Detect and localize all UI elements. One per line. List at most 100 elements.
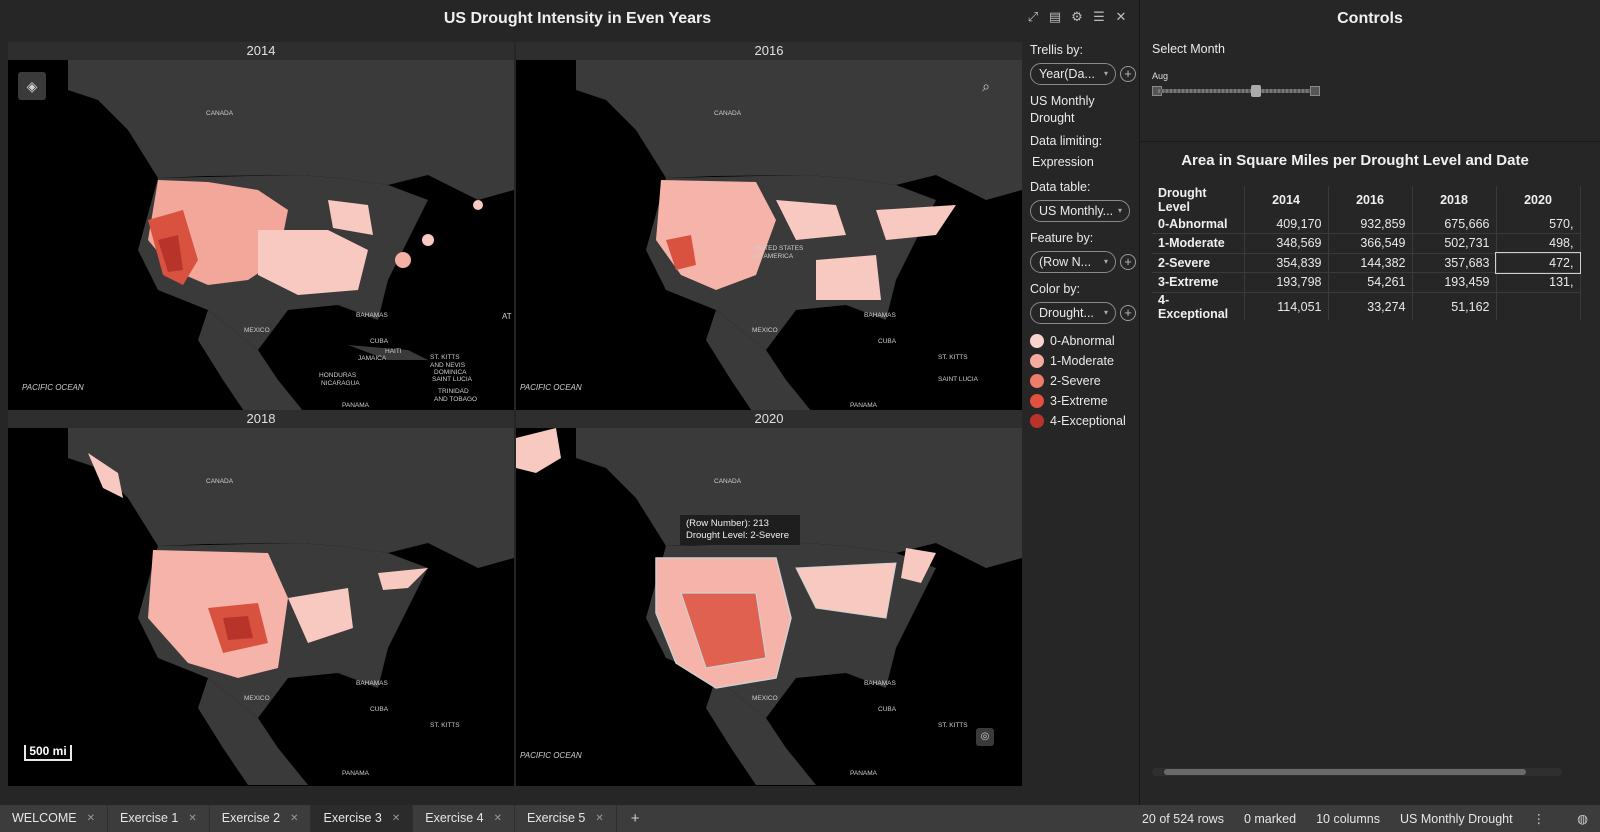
table-cell[interactable]: 354,839 bbox=[1244, 253, 1329, 273]
table-row[interactable]: 2-Severe 354,839 144,382 357,683 472, bbox=[1152, 252, 1581, 274]
table-cell[interactable]: 472, bbox=[1495, 252, 1581, 274]
column-header[interactable]: 2016 bbox=[1328, 186, 1413, 214]
table-cell[interactable]: 498, bbox=[1496, 233, 1581, 254]
legend-item[interactable]: 4-Exceptional bbox=[1030, 414, 1140, 428]
legend-swatch bbox=[1030, 394, 1044, 408]
notes-icon[interactable]: ▤ bbox=[1048, 10, 1062, 24]
add-color-icon[interactable]: + bbox=[1120, 304, 1136, 321]
data-limiting-label: Data limiting: bbox=[1030, 134, 1103, 148]
close-tab-icon[interactable]: ✕ bbox=[188, 805, 196, 832]
active-table-name[interactable]: US Monthly Drought bbox=[1400, 812, 1513, 826]
table-row[interactable]: 3-Extreme 193,798 54,261 193,459 131, bbox=[1152, 272, 1581, 293]
search-icon[interactable]: ⌕ bbox=[972, 72, 1000, 100]
table-cell[interactable]: 502,731 bbox=[1412, 233, 1497, 254]
column-header[interactable]: 2018 bbox=[1412, 186, 1497, 214]
tab-label: Exercise 2 bbox=[221, 811, 281, 825]
horizontal-scrollbar[interactable] bbox=[1152, 768, 1562, 776]
column-header[interactable]: 2020 bbox=[1496, 186, 1581, 214]
add-feature-icon[interactable]: + bbox=[1120, 253, 1136, 270]
row-header-cell[interactable]: 4-Exceptional bbox=[1152, 292, 1245, 320]
trellis-panel-2018[interactable]: 2018 500 mi bbox=[8, 410, 514, 786]
table-cell[interactable]: 675,666 bbox=[1412, 214, 1497, 234]
expand-icon[interactable]: ⤢ bbox=[1026, 10, 1040, 24]
page-tab[interactable]: Exercise 2 ✕ bbox=[210, 805, 312, 832]
chevron-down-icon: ▾ bbox=[1103, 69, 1108, 78]
color-dropdown[interactable]: Drought... ▾ bbox=[1030, 302, 1116, 324]
table-cell[interactable]: 357,683 bbox=[1412, 253, 1497, 273]
controls-panel: Controls Select Month Aug Area in Square… bbox=[1139, 0, 1600, 805]
trellis-panel-2020[interactable]: 2020 (Row Number): 213 Drought Level: 2-… bbox=[516, 410, 1022, 786]
close-tab-icon[interactable]: ✕ bbox=[290, 805, 298, 832]
table-cell[interactable]: 114,051 bbox=[1244, 292, 1329, 320]
legend-label: 1-Moderate bbox=[1050, 354, 1114, 368]
row-header-cell[interactable]: 1-Moderate bbox=[1152, 233, 1245, 254]
scrollbar-thumb[interactable] bbox=[1164, 769, 1526, 775]
settings-icon[interactable]: ⚙ bbox=[1070, 10, 1084, 24]
table-cell[interactable]: 33,274 bbox=[1328, 292, 1413, 320]
tooltip-row-number: (Row Number): 213 bbox=[686, 518, 769, 529]
row-header-cell[interactable]: 2-Severe bbox=[1152, 253, 1245, 273]
trellis-panel-2016[interactable]: 2016 ⌕ bbox=[516, 42, 1022, 418]
data-limiting-value[interactable]: Expression bbox=[1030, 154, 1140, 171]
more-options-icon[interactable]: ⋮ bbox=[1533, 811, 1546, 826]
add-trellis-icon[interactable]: + bbox=[1120, 65, 1136, 82]
table-cell[interactable]: 348,569 bbox=[1244, 233, 1329, 254]
legend-item[interactable]: 3-Extreme bbox=[1030, 394, 1140, 408]
table-cell[interactable]: 131, bbox=[1496, 272, 1581, 293]
table-cell[interactable]: 51,162 bbox=[1412, 292, 1497, 320]
column-header[interactable]: 2014 bbox=[1244, 186, 1329, 214]
map-tooltip: (Row Number): 213 Drought Level: 2-Sever… bbox=[680, 515, 800, 545]
row-count: 20 of 524 rows bbox=[1141, 811, 1224, 826]
table-cell[interactable]: 193,798 bbox=[1244, 272, 1329, 293]
table-cell[interactable]: 193,459 bbox=[1412, 272, 1497, 293]
data-table-dropdown[interactable]: US Monthly... ▾ bbox=[1030, 200, 1130, 222]
feature-dropdown[interactable]: (Row N... ▾ bbox=[1030, 251, 1116, 273]
feature-value: (Row N... bbox=[1039, 255, 1092, 269]
page-tab[interactable]: Exercise 4 ✕ bbox=[413, 805, 515, 832]
list-icon[interactable]: ☰ bbox=[1092, 10, 1106, 24]
table-cell[interactable]: 144,382 bbox=[1328, 253, 1413, 273]
page-tab[interactable]: WELCOME ✕ bbox=[0, 805, 108, 832]
page-tab[interactable]: Exercise 1 ✕ bbox=[108, 805, 210, 832]
row-header-cell[interactable]: 3-Extreme bbox=[1152, 272, 1245, 293]
table-row[interactable]: 0-Abnormal 409,170 932,859 675,666 570, bbox=[1152, 214, 1581, 234]
table-row[interactable]: 1-Moderate 348,569 366,549 502,731 498, bbox=[1152, 233, 1581, 254]
compass-icon[interactable]: ◎ bbox=[976, 728, 994, 746]
trellis-dropdown[interactable]: Year(Da... ▾ bbox=[1030, 63, 1116, 85]
page-tab[interactable]: Exercise 3 ✕ bbox=[311, 805, 414, 832]
globe-icon[interactable]: ◍ bbox=[1577, 811, 1588, 826]
close-tab-icon[interactable]: ✕ bbox=[392, 805, 400, 832]
page-tabs: WELCOME ✕ Exercise 1 ✕ Exercise 2 ✕ Exercise 3… bbox=[0, 805, 617, 832]
color-value: Drought... bbox=[1039, 306, 1094, 320]
column-header[interactable]: Drought Level bbox=[1152, 186, 1245, 214]
drought-map[interactable] bbox=[516, 428, 1022, 785]
drought-map[interactable] bbox=[8, 428, 514, 785]
table-cell[interactable]: 932,859 bbox=[1328, 214, 1413, 234]
trellis-value: Year(Da... bbox=[1039, 67, 1095, 81]
table-row[interactable]: 4-Exceptional 114,051 33,274 51,162 bbox=[1152, 292, 1581, 320]
legend-item[interactable]: 1-Moderate bbox=[1030, 354, 1140, 368]
legend-label: 2-Severe bbox=[1050, 374, 1101, 388]
legend-swatch bbox=[1030, 354, 1044, 368]
drought-map[interactable] bbox=[8, 60, 514, 417]
close-tab-icon[interactable]: ✕ bbox=[87, 805, 95, 832]
add-page-icon[interactable]: + bbox=[617, 810, 654, 827]
table-cell[interactable]: 366,549 bbox=[1328, 233, 1413, 254]
row-header-cell[interactable]: 0-Abnormal bbox=[1152, 214, 1245, 234]
legend-item[interactable]: 0-Abnormal bbox=[1030, 334, 1140, 348]
drought-map[interactable] bbox=[516, 60, 1022, 417]
close-tab-icon[interactable]: ✕ bbox=[595, 805, 603, 832]
close-icon[interactable]: ✕ bbox=[1114, 10, 1128, 24]
table-cell[interactable]: 54,261 bbox=[1328, 272, 1413, 293]
layers-icon[interactable]: ◈ bbox=[18, 72, 46, 100]
table-cell[interactable]: 570, bbox=[1496, 214, 1581, 234]
data-table-label: Data table: bbox=[1030, 180, 1091, 194]
table-cell[interactable]: 409,170 bbox=[1244, 214, 1329, 234]
table-cell[interactable] bbox=[1496, 292, 1581, 320]
close-tab-icon[interactable]: ✕ bbox=[494, 805, 502, 832]
page-tab[interactable]: Exercise 5 ✕ bbox=[515, 805, 617, 832]
table-header-row: Drought Level 2014 2016 2018 2020 bbox=[1152, 186, 1581, 214]
legend-item[interactable]: 2-Severe bbox=[1030, 374, 1140, 388]
tab-label: Exercise 1 bbox=[119, 811, 179, 825]
trellis-panel-2014[interactable]: 2014 ◈ bbox=[8, 42, 514, 418]
